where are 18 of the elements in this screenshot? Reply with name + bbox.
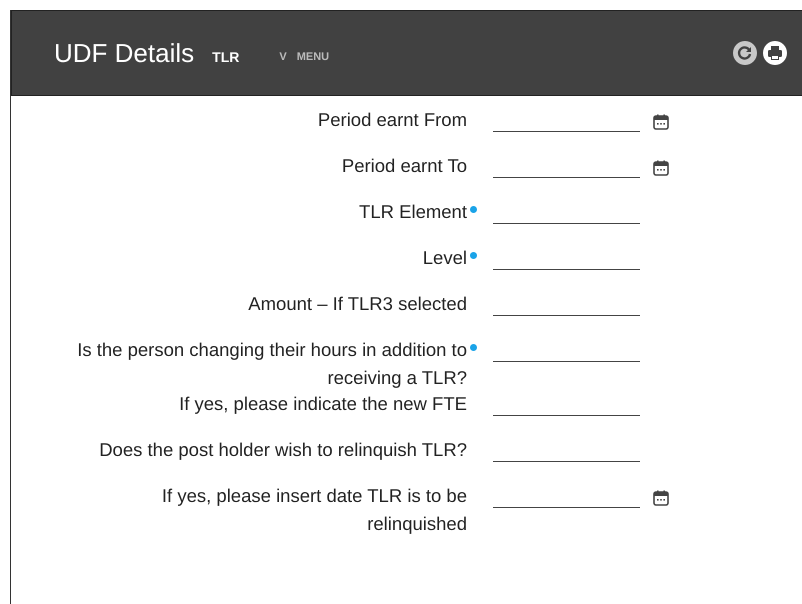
menu-link[interactable]: MENU (296, 48, 330, 66)
calendar-icon[interactable] (652, 112, 670, 131)
page-title: UDF Details (54, 36, 194, 70)
field-label: Period earnt To (342, 154, 467, 178)
field-label: If yes, please insert date TLR is to be relinquished (160, 484, 467, 536)
page-subtitle: TLR (212, 48, 240, 66)
refresh-icon[interactable] (732, 40, 758, 66)
field-label: Level (422, 246, 467, 270)
field-label: Does the post holder wish to relinquish TLR? (99, 438, 467, 462)
calendar-icon[interactable] (652, 488, 670, 507)
field-label: If yes, please indicate the new FTE (179, 392, 467, 416)
field-label: TLR Element (359, 200, 467, 224)
menu-caret[interactable]: V (279, 48, 287, 66)
field-label: Period earnt From (318, 108, 467, 132)
print-icon[interactable] (762, 40, 788, 66)
field-label: Is the person changing their hours in addition to receiving a TLR? (76, 338, 467, 390)
field-label: Amount – If TLR3 selected (248, 292, 467, 316)
calendar-icon[interactable] (652, 158, 670, 177)
